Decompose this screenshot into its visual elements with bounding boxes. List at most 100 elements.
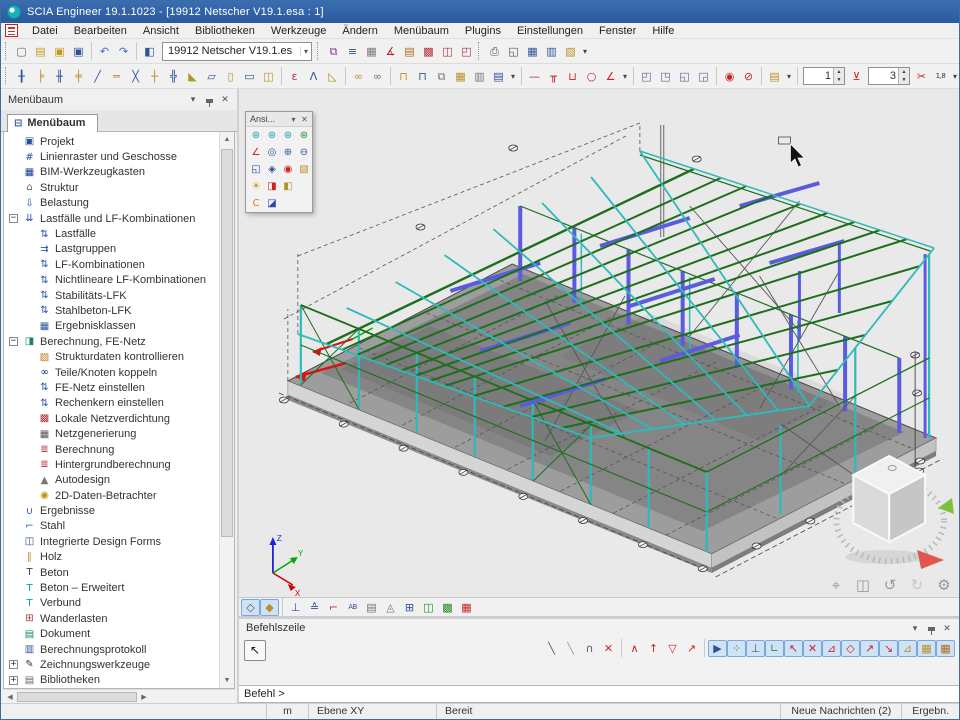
save-all-icon[interactable]: ▣ [50,43,69,60]
hinge-icon[interactable]: ε [285,68,304,85]
system-menu-icon[interactable] [5,24,18,37]
purlin-icon[interactable]: ═ [107,68,126,85]
dropdown-caret-icon[interactable]: ▾ [580,47,590,56]
perspective-icon[interactable]: ◎ [264,145,280,160]
zoom-all-icon[interactable]: ◈ [264,162,280,177]
menu-hilfe[interactable]: Hilfe [644,24,682,38]
tree-vertical-scrollbar[interactable]: ▲ ▼ [219,132,234,688]
buckling-icon[interactable]: ⊻ [847,68,866,85]
menu-ansicht[interactable]: Ansicht [135,24,187,38]
cancel-draw-icon[interactable]: ✕ [599,640,618,657]
plate-icon[interactable]: ▱ [202,68,221,85]
project-browser-icon[interactable]: ◧ [140,43,159,60]
status-results[interactable]: Ergebn. [901,704,959,719]
table-input-icon[interactable]: ▦ [917,640,936,657]
orbit-right-icon[interactable]: ↻ [908,575,926,593]
tree-item-ergebnisklassen[interactable]: ▦Ergebnisklassen [4,319,218,334]
zoom-window-icon[interactable]: ◱ [248,162,264,177]
scroll-left-icon[interactable]: ◀ [3,693,17,701]
snap-length-icon[interactable]: ⊿ [898,640,917,657]
snap-arc-center-icon[interactable]: ◇ [841,640,860,657]
rafter-icon[interactable]: ╱ [88,68,107,85]
toolbar-grip[interactable] [478,42,481,60]
menu-plugins[interactable]: Plugins [457,24,509,38]
spinner-arrows-icon[interactable]: ▲▼ [898,68,909,84]
scroll-up-icon[interactable]: ▲ [220,132,234,147]
pin-icon[interactable] [201,94,217,106]
tree-item-beton[interactable]: TBeton [4,565,218,580]
draw-polyline-icon[interactable]: ╲ [561,640,580,657]
tree-item-berechnung[interactable]: ≣Berechnung [4,442,218,457]
window-split-4-icon[interactable]: ◲ [694,68,713,85]
decimals-icon[interactable]: 1,8 [931,68,950,85]
tree-item-beton-erweitert[interactable]: TBeton – Erweitert [4,580,218,595]
arbitrary-profile-icon[interactable]: ◺ [323,68,342,85]
toolbar-grip[interactable] [5,67,8,85]
circle-shape-icon[interactable]: ○ [582,68,601,85]
snap-intersection-icon[interactable]: ✕ [803,640,822,657]
undo-icon[interactable]: ↶ [95,43,114,60]
engineering-report-icon[interactable]: ▥ [542,43,561,60]
zoom-selection-icon[interactable]: ◉ [280,162,296,177]
scroll-right-icon[interactable]: ▶ [137,693,151,701]
copy-entity-icon[interactable]: ⧉ [432,68,451,85]
snap-line-division-icon[interactable]: ↘ [879,640,898,657]
collapse-icon[interactable]: − [9,337,18,346]
collapse-icon[interactable]: − [9,214,18,223]
zoom-in-icon[interactable]: ⊕ [280,145,296,160]
view-toolbar-menu-icon[interactable]: ▾ [288,115,299,124]
tree-item-lokale-netzverdichtung[interactable]: ▩Lokale Netzverdichtung [4,411,218,426]
zoom-out-icon[interactable]: ⊖ [296,145,312,160]
fe-mesh-icon[interactable]: ▩ [419,43,438,60]
tree-item-bibliotheken[interactable]: +▤Bibliotheken [4,673,218,688]
tree-item-struktur[interactable]: ⌂Struktur [4,180,218,195]
buckling-count-spinner[interactable]: 1▲▼ [803,67,845,85]
coordinates-info-icon[interactable]: ∡ [381,43,400,60]
document-table-icon[interactable]: ▦ [523,43,542,60]
spinner-arrows-icon[interactable]: ▲▼ [833,68,844,84]
rendered-icon[interactable]: ◆ [260,599,279,616]
line-grid-icon[interactable]: ⊥ [746,640,765,657]
load-panel-icon[interactable]: ◫ [259,68,278,85]
menu--ndern[interactable]: Ändern [334,24,385,38]
layers-icon[interactable]: ≡ [343,43,362,60]
tree-item-lf-kombinationen[interactable]: ⇅LF-Kombinationen [4,257,218,272]
tree-item-autodesign[interactable]: ▲Autodesign [4,473,218,488]
view-toolbar-header[interactable]: Ansi... ▾ ✕ [246,112,312,127]
view-x-icon[interactable]: ⊛ [248,128,264,143]
table-edit-icon[interactable]: ▦ [936,640,955,657]
mesh-display-icon[interactable]: ◬ [381,599,400,616]
tree-item-linienraster-und-geschosse[interactable]: #Linienraster und Geschosse [4,149,218,164]
print-preview-icon[interactable]: ◱ [504,43,523,60]
solid-view-icon[interactable]: ◪ [264,196,280,211]
beam-3d-icon[interactable]: ╪ [69,68,88,85]
new-project-icon[interactable]: ▢ [12,43,31,60]
open-project-icon[interactable]: ▤ [31,43,50,60]
clipping-plane-icon[interactable]: ⊘ [739,68,758,85]
section-cut-icon[interactable]: ✂ [912,68,931,85]
snap-ortho-points-icon[interactable]: ↗ [860,640,879,657]
view-box-icon[interactable]: ◰ [457,43,476,60]
building-icon[interactable]: ▥ [470,68,489,85]
snap-perpendicular-icon[interactable]: ⊿ [822,640,841,657]
light-icon[interactable]: ☀ [248,179,264,194]
wireframe-icon[interactable]: ◇ [241,599,260,616]
toolbar-grip[interactable] [5,42,8,60]
labels-abc-icon[interactable]: AB [343,599,362,616]
dimension-lines-icon[interactable]: ◫ [419,599,438,616]
menu-bibliotheken[interactable]: Bibliotheken [187,24,263,38]
window-split-3-icon[interactable]: ◱ [675,68,694,85]
double-shape-icon[interactable]: ╥ [544,68,563,85]
save-picture-icon[interactable]: ◨ [264,179,280,194]
tree-item-strukturdaten-kontrollieren[interactable]: ▨Strukturdaten kontrollieren [4,349,218,364]
tree-item-holz[interactable]: ∥Holz [4,550,218,565]
snap-mid-icon[interactable]: ▽ [663,640,682,657]
storey-icon[interactable]: ▦ [451,68,470,85]
support-icon[interactable]: Λ [304,68,323,85]
tree-item-projekt[interactable]: ▣Projekt [4,134,218,149]
command-input[interactable]: Befehl > [239,685,959,703]
member-beam-icon[interactable]: ╞ [31,68,50,85]
hide-members-icon[interactable]: ◉ [720,68,739,85]
tab-menubaum[interactable]: ⊟ Menübaum [7,114,98,132]
status-messages[interactable]: Neue Nachrichten (2) [780,704,901,719]
